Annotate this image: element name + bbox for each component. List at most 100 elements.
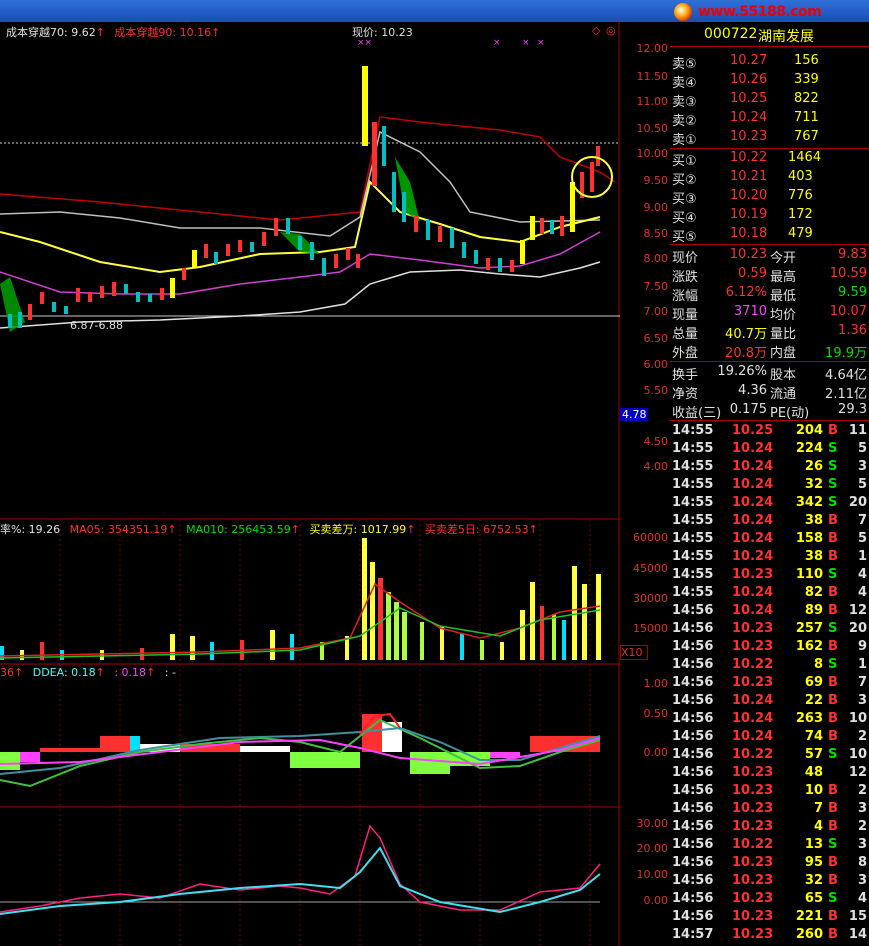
trade-tick-row: 14:56 10.22 13 S 3 <box>670 837 869 855</box>
price-tick: 4.50 <box>643 435 669 448</box>
svg-text:◇: ◇ <box>592 24 601 37</box>
tick-volume: 95 <box>804 855 823 870</box>
fund-label: 净资 <box>672 387 699 402</box>
tick-side: B <box>828 927 838 942</box>
tick-side: B <box>828 711 838 726</box>
dde-tick: 0.00 <box>643 746 669 759</box>
trade-tick-row: 14:56 10.23 162 B 9 <box>670 639 869 657</box>
trade-tick-row: 14:56 10.23 65 S 4 <box>670 891 869 909</box>
tick-price: 10.24 <box>732 693 774 708</box>
tick-volume: 221 <box>795 909 823 924</box>
price-axis: 12.00 11.50 11.00 10.50 10.00 9.50 9.00 8.50 8.0… <box>620 22 670 946</box>
tick-side: B <box>828 675 838 690</box>
tick-volume: 10 <box>804 783 823 798</box>
trade-tick-row: 14:56 10.24 89 B 12 <box>670 603 869 621</box>
tick-time: 14:55 <box>672 549 714 564</box>
tick-price: 10.23 <box>732 675 774 690</box>
price-tick: 11.50 <box>636 70 669 83</box>
quote-label: 内盘 <box>770 346 797 361</box>
tick-side: B <box>828 603 838 618</box>
tick-volume: 162 <box>795 639 823 654</box>
trade-tick-row: 14:56 10.23 7 B 3 <box>670 801 869 819</box>
trade-tick-row: 14:55 10.24 38 B 1 <box>670 549 869 567</box>
trade-tick-row: 14:56 10.24 263 B 10 <box>670 711 869 729</box>
tick-time: 14:56 <box>672 711 714 726</box>
ask-row: 卖③ 10.25 822 <box>670 90 869 110</box>
price-tick: 4.78 <box>620 408 648 421</box>
tick-side: S <box>828 567 838 582</box>
bid-price: 10.20 <box>730 188 768 203</box>
quote-row: 涨跌 0.59 最高 10.59 <box>670 265 869 285</box>
price-tick: 9.00 <box>643 201 669 214</box>
tick-volume: 158 <box>795 531 823 546</box>
dde-tick: 0.50 <box>643 707 669 720</box>
ask-row: 卖① 10.23 767 <box>670 128 869 148</box>
tick-volume: 38 <box>804 549 823 564</box>
tick-time: 14:55 <box>672 513 714 528</box>
tick-time: 14:56 <box>672 873 714 888</box>
tick-price: 10.24 <box>732 495 774 510</box>
tick-time: 14:56 <box>672 837 714 852</box>
price-tick: 12.00 <box>636 42 669 55</box>
tick-side: B <box>828 801 838 816</box>
tick-volume: 69 <box>804 675 823 690</box>
tick-side: B <box>828 549 838 564</box>
tick-volume: 8 <box>813 657 823 672</box>
bid-volume: 479 <box>788 226 813 241</box>
tick-volume: 257 <box>795 621 823 636</box>
tick-price: 10.23 <box>732 927 774 942</box>
tick-time: 14:56 <box>672 675 714 690</box>
fund-value: 0.175 <box>729 402 767 417</box>
quote-row: 外盘 20.8万 内盘 19.9万 <box>670 341 869 361</box>
tick-count: 5 <box>857 441 867 456</box>
ask-label: 卖② <box>672 114 697 129</box>
diff-label: 买卖差万: 1017.99 <box>309 523 407 536</box>
price-tick: 7.00 <box>643 305 669 318</box>
ask-row: 卖⑤ 10.27 156 <box>670 52 869 72</box>
tick-volume: 32 <box>804 873 823 888</box>
dde-value-3: : - <box>164 666 176 679</box>
tick-time: 14:55 <box>672 423 714 438</box>
tick-side: B <box>828 513 838 528</box>
tick-count: 10 <box>848 747 867 762</box>
tick-price: 10.24 <box>732 549 774 564</box>
tick-price: 10.22 <box>732 837 774 852</box>
svg-text:×: × <box>493 38 501 48</box>
ask-row: 卖② 10.24 711 <box>670 109 869 129</box>
bid-label: 买⑤ <box>672 230 697 245</box>
price-tick: 11.00 <box>636 95 669 108</box>
quote-value: 6.12% <box>725 285 767 300</box>
tick-price: 10.24 <box>732 711 774 726</box>
quote-value: 3710 <box>733 304 767 319</box>
tick-time: 14:56 <box>672 891 714 906</box>
quote-row: 总量 40.7万 量比 1.36 <box>670 322 869 342</box>
tick-side: S <box>828 459 838 474</box>
ddea-label: DDEA: 0.18 <box>32 666 96 679</box>
trade-tick-row: 14:57 10.23 260 B 14 <box>670 927 869 945</box>
quote-value: 0.59 <box>738 266 767 281</box>
fund-value: 4.36 <box>738 383 767 398</box>
tick-price: 10.23 <box>732 855 774 870</box>
tick-price: 10.23 <box>732 765 774 780</box>
main-chart-header: 成本穿越70: 9.62↑ 成本穿越90: 10.16↑ <box>6 26 221 39</box>
trade-tick-row: 14:55 10.24 32 S 5 <box>670 477 869 495</box>
tick-price: 10.23 <box>732 801 774 816</box>
ma010-label: MA010: 256453.59 <box>186 523 291 536</box>
quote-label: 涨幅 <box>672 289 699 304</box>
quote-label: 均价 <box>770 308 797 323</box>
fund-value: 29.3 <box>838 402 867 417</box>
quote-row: 涨幅 6.12% 最低 9.59 <box>670 284 869 304</box>
tick-time: 14:55 <box>672 441 714 456</box>
tick-time: 14:56 <box>672 657 714 672</box>
dde-value: 36 <box>0 666 14 679</box>
trade-tick-row: 14:55 10.24 158 B 5 <box>670 531 869 549</box>
tick-side: B <box>828 729 838 744</box>
volume-tick: 30000 <box>633 592 668 605</box>
tick-count: 3 <box>857 801 867 816</box>
fund-label: 换手 <box>672 368 699 383</box>
fund-value: 19.26% <box>717 364 767 379</box>
tick-volume: 110 <box>795 567 823 582</box>
chart-area[interactable]: ×× × × × ◇ ◎ <box>0 22 620 946</box>
bid-price: 10.19 <box>730 207 768 222</box>
tick-count: 5 <box>857 531 867 546</box>
